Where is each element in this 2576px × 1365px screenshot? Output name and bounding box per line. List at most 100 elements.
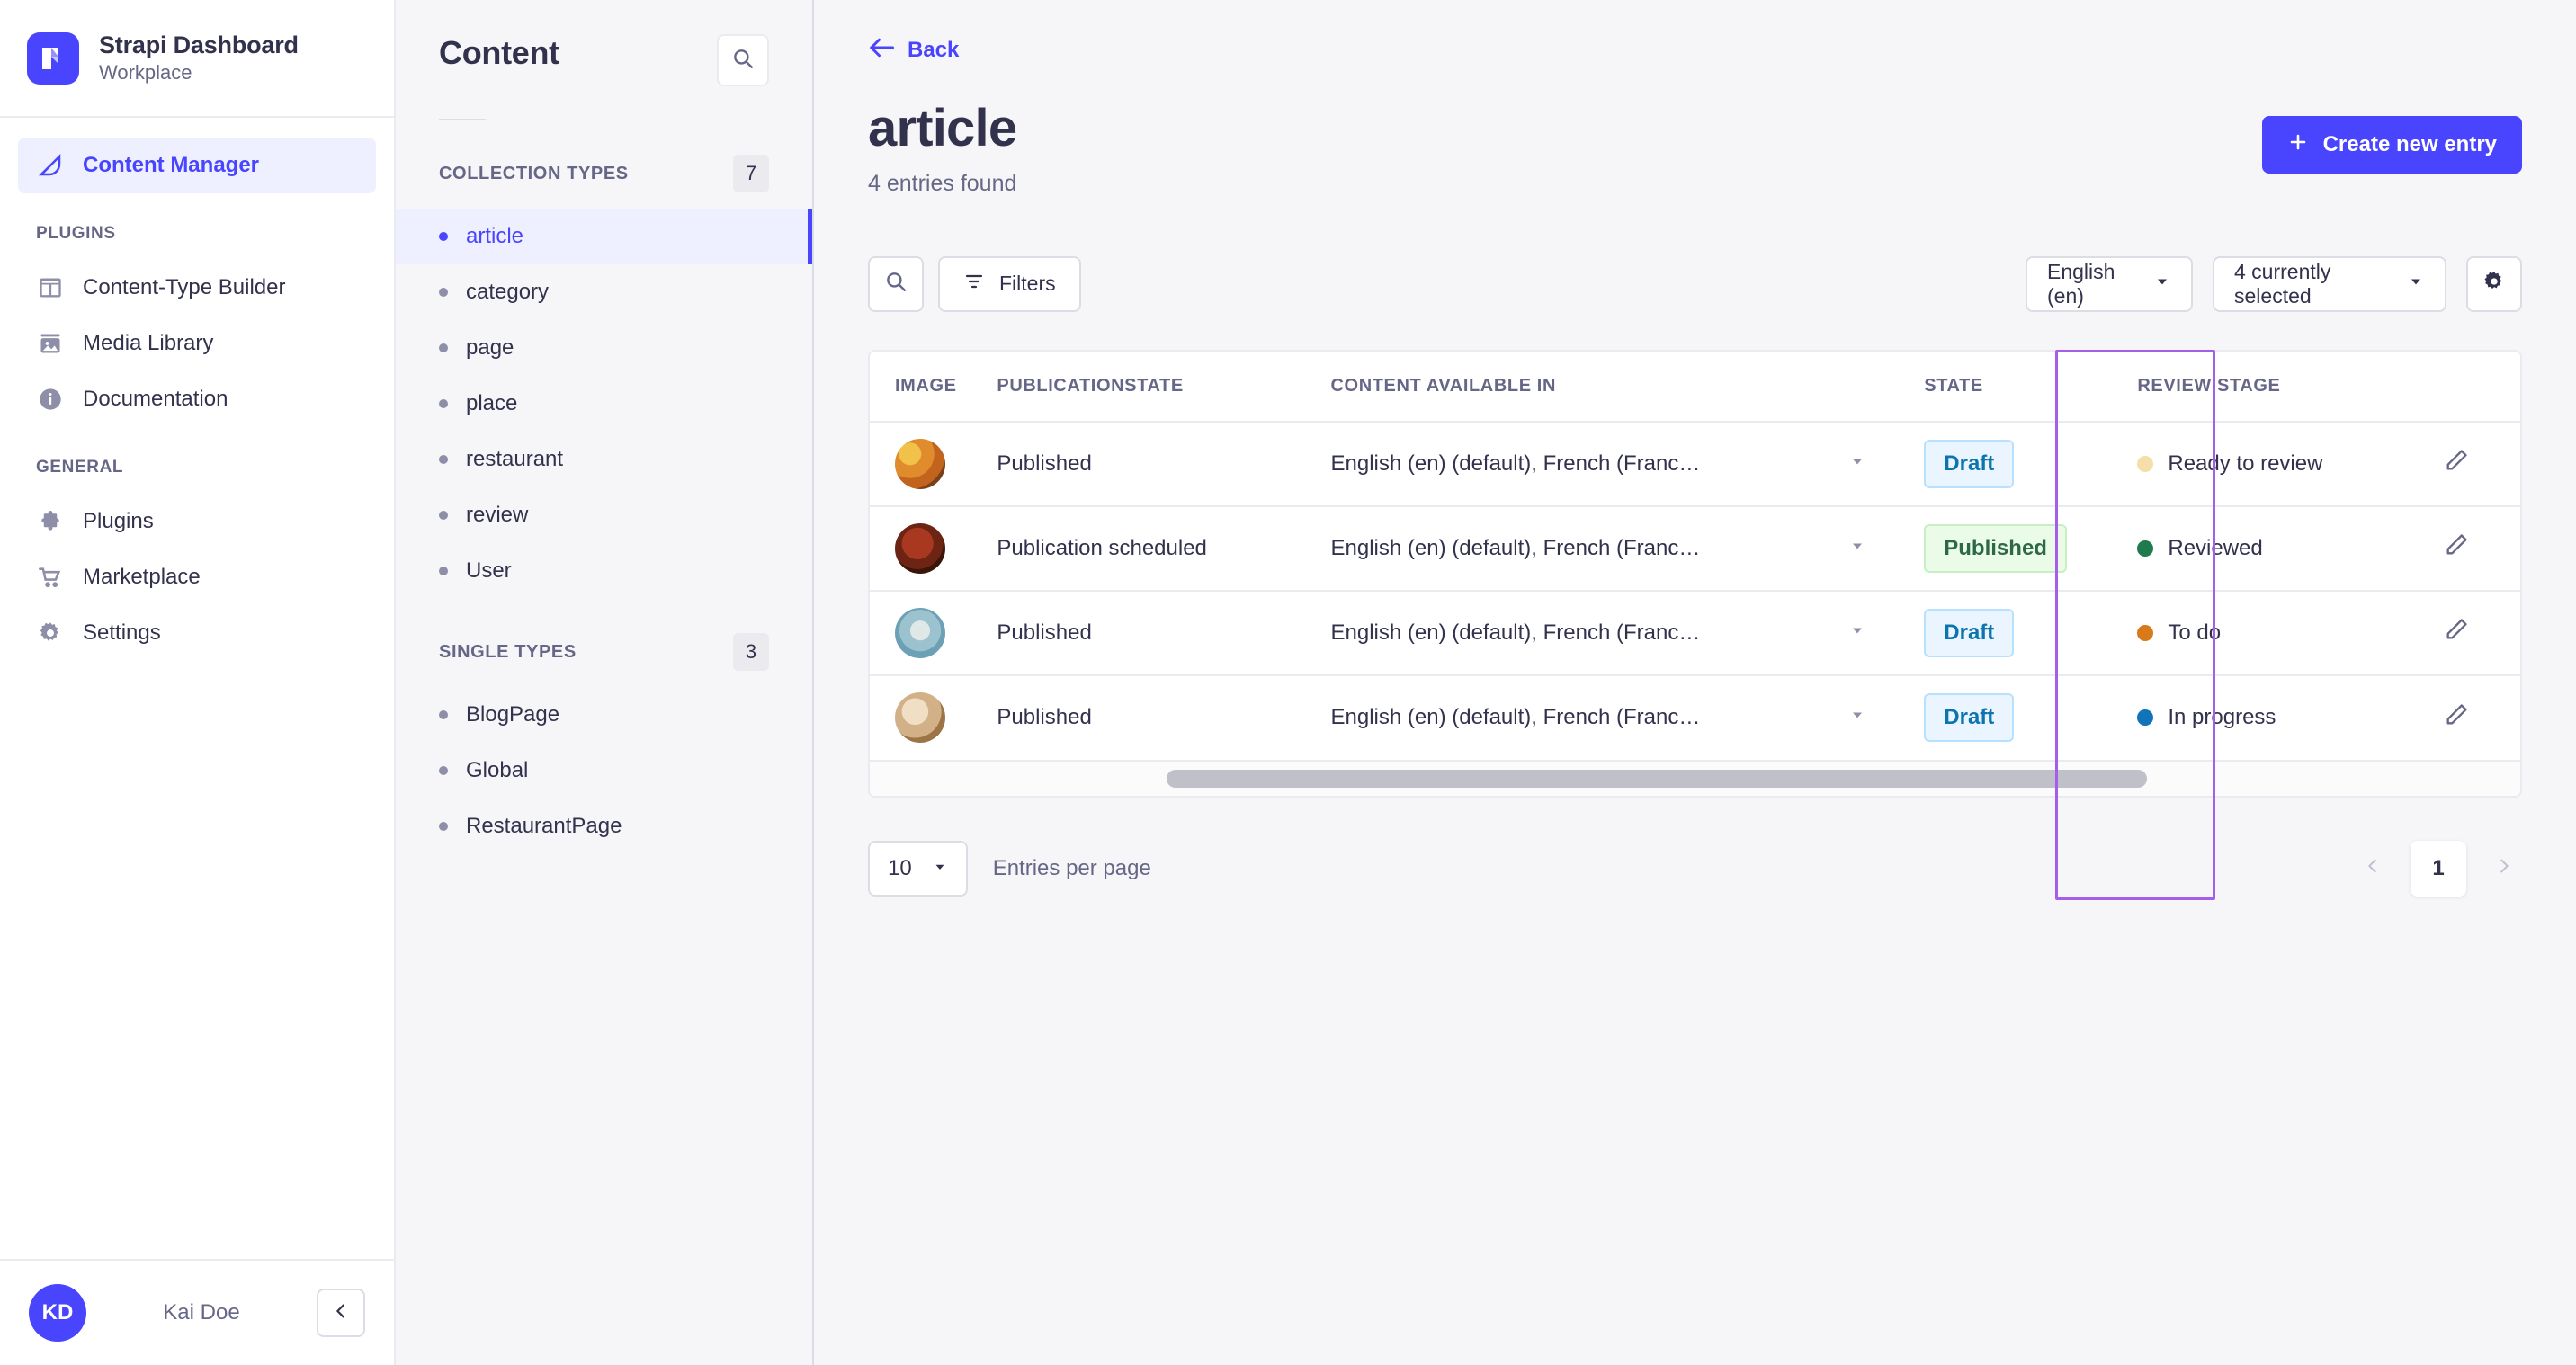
chevron-down-icon[interactable] <box>1848 451 1866 477</box>
table-search-button[interactable] <box>868 256 924 312</box>
sidebar-item-media-library[interactable]: Media Library <box>18 316 376 371</box>
cell-edit <box>2419 675 2520 760</box>
shopping-cart-icon <box>36 563 65 592</box>
avatar[interactable]: KD <box>29 1284 86 1342</box>
sidebar-item-label: Content Manager <box>83 153 259 178</box>
chevron-down-icon[interactable] <box>1848 705 1866 730</box>
content-type-item-restaurant[interactable]: restaurant <box>396 432 812 487</box>
sidebar-section-general-label: GENERAL <box>0 427 394 494</box>
sidebar-item-plugins[interactable]: Plugins <box>18 494 376 549</box>
sidebar-item-label: Marketplace <box>83 565 201 590</box>
table-settings-button[interactable] <box>2466 256 2522 312</box>
locale-value: English (en) <box>2047 260 2153 308</box>
brand-subtitle: Workplace <box>99 61 299 85</box>
cell-state: Published <box>1899 506 2112 591</box>
previous-page-button[interactable] <box>2355 846 2391 891</box>
chevron-left-icon <box>331 1301 351 1325</box>
cell-publication-state: Publication scheduled <box>971 506 1305 591</box>
brand-title: Strapi Dashboard <box>99 31 299 59</box>
arrow-left-icon <box>868 36 895 64</box>
chili-bowl-thumbnail <box>895 523 945 574</box>
next-page-button[interactable] <box>2486 846 2522 891</box>
content-type-item-user[interactable]: User <box>396 543 812 599</box>
page-number-1[interactable]: 1 <box>2411 841 2466 897</box>
back-link[interactable]: Back <box>868 0 2522 64</box>
review-stage-label: In progress <box>2168 705 2276 730</box>
entries-per-page-value: 10 <box>888 856 912 881</box>
table-row[interactable]: Published English (en) (default), French… <box>870 675 2520 760</box>
pastry-thumbnail <box>895 692 945 743</box>
bullet-icon <box>439 567 448 575</box>
strapi-logo-icon <box>27 32 79 85</box>
locale-select[interactable]: English (en) <box>2026 256 2193 312</box>
bullet-icon <box>439 511 448 520</box>
entries-per-page-select[interactable]: 10 <box>868 841 968 897</box>
table-row[interactable]: Published English (en) (default), French… <box>870 422 2520 506</box>
bullet-icon <box>439 766 448 775</box>
table-wrapper: IMAGE PUBLICATIONSTATE CONTENT AVAILABLE… <box>868 350 2522 798</box>
main-sidebar: Strapi Dashboard Workplace Content Manag… <box>0 0 396 1365</box>
user-name: Kai Doe <box>86 1300 317 1325</box>
selection-select[interactable]: 4 currently selected <box>2213 256 2446 312</box>
sidebar-item-label: Settings <box>83 620 161 646</box>
scrollbar-thumb[interactable] <box>1167 770 2147 788</box>
feather-pen-icon <box>36 151 65 180</box>
single-type-item-global[interactable]: Global <box>396 743 812 798</box>
cell-available-in: English (en) (default), French (Franc… <box>1306 506 1900 591</box>
sidebar-item-content-type-builder[interactable]: Content-Type Builder <box>18 260 376 316</box>
cell-publication-state: Published <box>971 422 1305 506</box>
entries-found-label: 4 entries found <box>868 171 1016 197</box>
filters-button[interactable]: Filters <box>938 256 1081 312</box>
single-type-label: Global <box>466 758 528 783</box>
bullet-icon <box>439 288 448 297</box>
pencil-icon[interactable] <box>2444 539 2469 563</box>
main-content: Back article 4 entries found Create new … <box>814 0 2576 1365</box>
app-root: Strapi Dashboard Workplace Content Manag… <box>0 0 2576 1365</box>
pencil-icon[interactable] <box>2444 623 2469 647</box>
chevron-down-icon[interactable] <box>1848 620 1866 646</box>
content-type-label: category <box>466 280 549 305</box>
back-label: Back <box>908 38 959 63</box>
cell-edit <box>2419 422 2520 506</box>
sidebar-item-documentation[interactable]: Documentation <box>18 371 376 427</box>
gear-icon <box>2482 270 2506 299</box>
sidebar-item-label: Media Library <box>83 331 213 356</box>
bullet-icon <box>439 822 448 831</box>
sidebar-item-marketplace[interactable]: Marketplace <box>18 549 376 605</box>
pagination-bar: 10 Entries per page 1 <box>868 841 2522 897</box>
sidebar-item-label: Documentation <box>83 387 228 412</box>
content-type-item-page[interactable]: page <box>396 320 812 376</box>
table-row[interactable]: Published English (en) (default), French… <box>870 591 2520 675</box>
table-row[interactable]: Publication scheduled English (en) (defa… <box>870 506 2520 591</box>
content-type-item-category[interactable]: category <box>396 264 812 320</box>
content-type-item-article[interactable]: article <box>396 209 812 264</box>
bullet-icon <box>439 455 448 464</box>
sidebar-nav-list: Content Manager PLUGINS Content-Type Bui… <box>0 118 394 1259</box>
plus-icon <box>2287 131 2309 159</box>
pencil-icon[interactable] <box>2444 709 2469 733</box>
horizontal-scrollbar[interactable] <box>870 760 2520 796</box>
create-new-entry-button[interactable]: Create new entry <box>2262 116 2522 174</box>
cell-review-stage: In progress <box>2112 675 2418 760</box>
content-type-label: article <box>466 224 523 249</box>
cell-state: Draft <box>1899 675 2112 760</box>
single-type-item-blogpage[interactable]: BlogPage <box>396 687 812 743</box>
content-panel-header: Content <box>396 0 812 86</box>
single-type-item-restaurantpage[interactable]: RestaurantPage <box>396 798 812 854</box>
cell-review-stage: Ready to review <box>2112 422 2418 506</box>
cell-review-stage: To do <box>2112 591 2418 675</box>
pencil-icon[interactable] <box>2444 454 2469 478</box>
column-header-content-available-in: CONTENT AVAILABLE IN <box>1306 352 1900 422</box>
content-type-item-place[interactable]: place <box>396 376 812 432</box>
cell-available-in: English (en) (default), French (Franc… <box>1306 422 1900 506</box>
content-type-label: review <box>466 503 528 528</box>
review-stage-label: To do <box>2168 620 2221 646</box>
content-type-item-review[interactable]: review <box>396 487 812 543</box>
sidebar-item-settings[interactable]: Settings <box>18 605 376 661</box>
sidebar-collapse-button[interactable] <box>317 1289 365 1337</box>
sidebar-item-content-manager[interactable]: Content Manager <box>18 138 376 193</box>
puzzle-piece-icon <box>36 507 65 536</box>
chevron-down-icon[interactable] <box>1848 536 1866 561</box>
content-search-button[interactable] <box>717 34 769 86</box>
single-type-label: RestaurantPage <box>466 814 622 839</box>
